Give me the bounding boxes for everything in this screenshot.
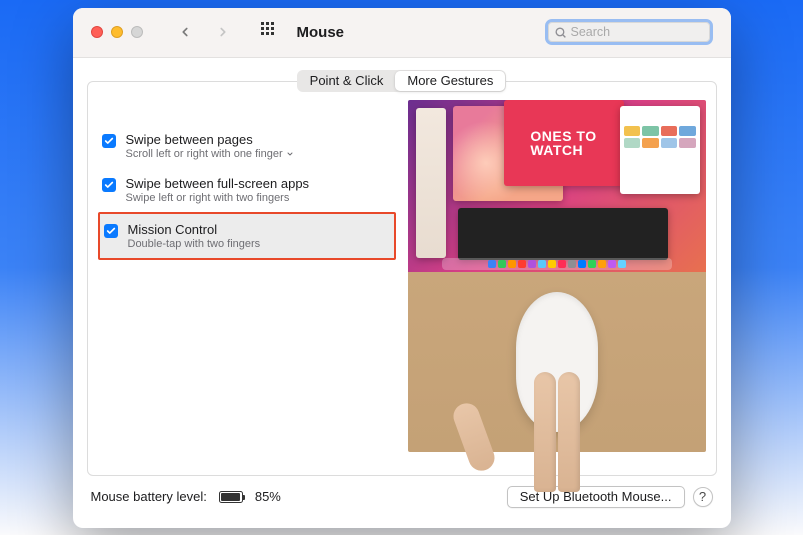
preview-headline: ONES TO WATCH	[530, 129, 596, 157]
battery-label: Mouse battery level:	[91, 489, 207, 504]
label-mission-control: Mission Control	[128, 222, 261, 237]
preview-screen: ONES TO WATCH	[408, 100, 706, 272]
sublabel-swipe-apps: Swipe left or right with two fingers	[126, 192, 310, 204]
sublabel-mission-control: Double-tap with two fingers	[128, 238, 261, 250]
tab-control: Point & Click More Gestures	[297, 70, 507, 92]
preferences-window: Mouse Point & Click More Gestures Swipe …	[73, 8, 731, 528]
content-area: Point & Click More Gestures Swipe betwee…	[73, 58, 731, 528]
checkbox-swipe-pages[interactable]	[102, 134, 116, 148]
checkbox-mission-control[interactable]	[104, 224, 118, 238]
search-field-wrap[interactable]	[545, 19, 713, 45]
help-button[interactable]: ?	[693, 487, 713, 507]
label-swipe-apps: Swipe between full-screen apps	[126, 176, 310, 191]
search-input[interactable]	[571, 25, 704, 39]
settings-panel: Swipe between pages Scroll left or right…	[87, 81, 717, 476]
window-title: Mouse	[297, 24, 345, 41]
show-all-icon[interactable]	[261, 22, 277, 43]
dropdown-swipe-pages[interactable]: Scroll left or right with one finger	[126, 148, 294, 160]
close-window-button[interactable]	[91, 26, 103, 38]
tab-point-and-click[interactable]: Point & Click	[298, 71, 396, 91]
back-button[interactable]	[175, 22, 195, 42]
preview-hand	[408, 272, 706, 452]
battery-percent: 85%	[255, 489, 281, 504]
chevron-down-icon	[286, 150, 294, 158]
footer: Mouse battery level: 85% Set Up Bluetoot…	[87, 476, 717, 518]
gesture-options: Swipe between pages Scroll left or right…	[98, 100, 396, 465]
battery-icon	[219, 491, 243, 503]
minimize-window-button[interactable]	[111, 26, 123, 38]
label-swipe-pages: Swipe between pages	[126, 132, 294, 147]
checkbox-swipe-apps[interactable]	[102, 178, 116, 192]
search-icon	[554, 26, 567, 39]
tab-more-gestures[interactable]: More Gestures	[395, 71, 505, 91]
titlebar: Mouse	[73, 8, 731, 58]
option-swipe-pages: Swipe between pages Scroll left or right…	[98, 124, 396, 168]
window-controls	[91, 26, 143, 38]
gesture-preview: ONES TO WATCH	[408, 100, 706, 465]
option-mission-control: Mission Control Double-tap with two fing…	[98, 212, 396, 260]
forward-button	[213, 22, 233, 42]
zoom-window-button	[131, 26, 143, 38]
option-swipe-apps: Swipe between full-screen apps Swipe lef…	[98, 168, 396, 212]
